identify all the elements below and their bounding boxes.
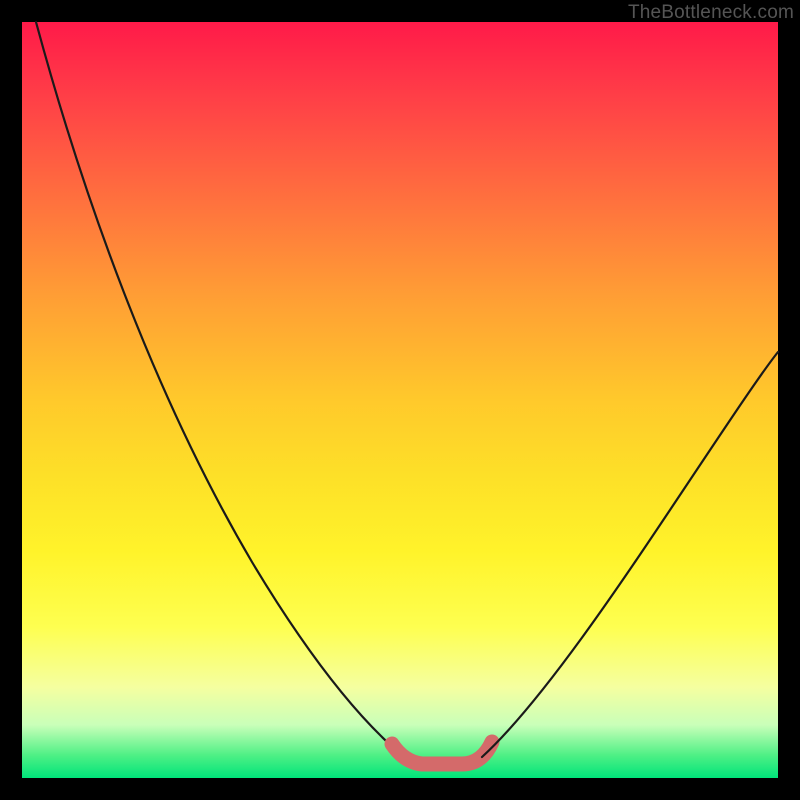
plot-svg (22, 22, 778, 778)
left-curve (36, 22, 404, 757)
right-curve (482, 352, 778, 757)
watermark-text: TheBottleneck.com (628, 2, 794, 24)
valley-highlight (392, 742, 492, 764)
chart-area (22, 22, 778, 778)
